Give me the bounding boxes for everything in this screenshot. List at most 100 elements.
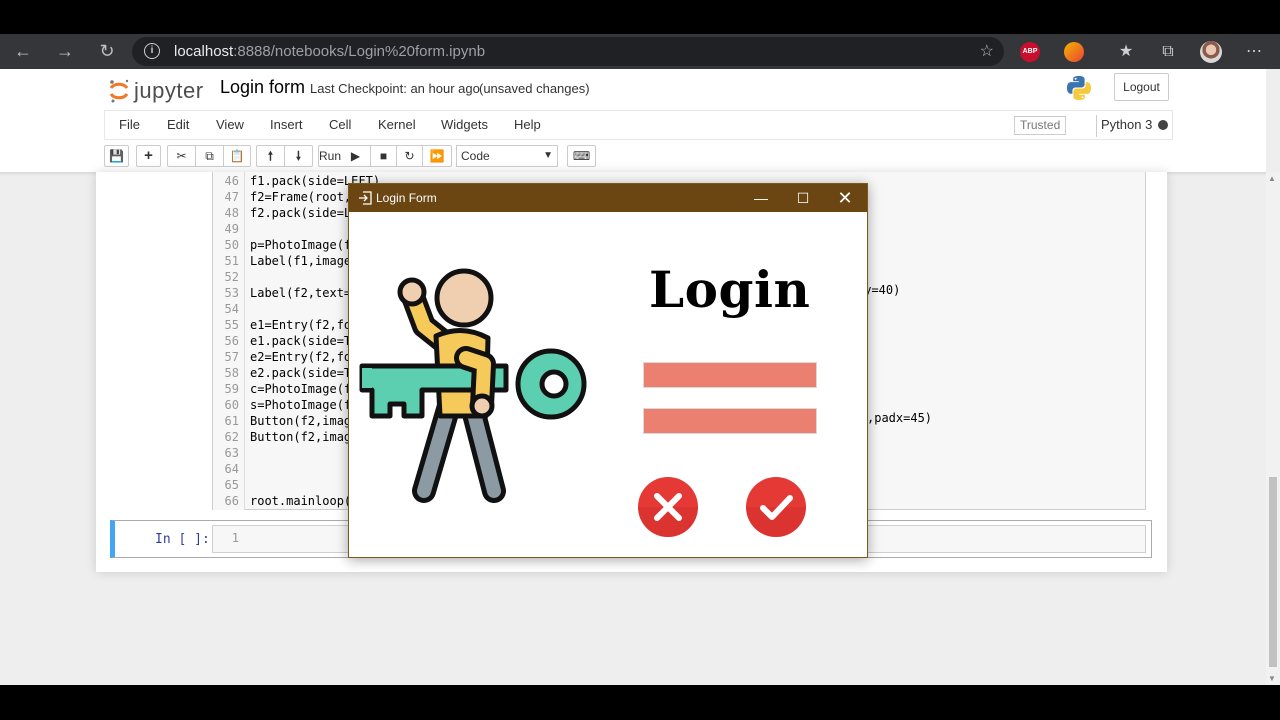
code-line[interactable]: f2=Frame(root, bbox=[250, 190, 351, 204]
logout-button[interactable]: Logout bbox=[1114, 73, 1169, 101]
code-line[interactable]: Label(f2,text= bbox=[250, 286, 351, 300]
fast-forward-icon[interactable]: ⏩ bbox=[423, 146, 451, 166]
kernel-status-indicator bbox=[1158, 120, 1168, 130]
adblock-extension-icon[interactable]: ABP bbox=[1020, 42, 1040, 62]
window-titlebar[interactable]: Login Form — ☐ ✕ bbox=[349, 184, 867, 212]
copy-icon[interactable]: ⧉ bbox=[196, 146, 224, 166]
kernel-name[interactable]: Python 3 bbox=[1101, 117, 1152, 132]
login-form-window: Login Form — ☐ ✕ Login bbox=[348, 183, 868, 558]
code-line[interactable]: e1=Entry(f2,fo bbox=[250, 318, 351, 332]
menubar: File Edit View Insert Cell Kernel Widget… bbox=[104, 110, 1173, 140]
line-number: 63 bbox=[224, 446, 239, 460]
line-number: 60 bbox=[224, 398, 239, 412]
scroll-down-icon[interactable]: ▼ bbox=[1268, 674, 1276, 683]
submit-button[interactable] bbox=[745, 476, 807, 538]
favorite-star-icon[interactable]: ☆ bbox=[980, 41, 994, 61]
stop-icon[interactable]: ■ bbox=[371, 146, 397, 166]
line-number: 61 bbox=[224, 414, 239, 428]
login-heading: Login bbox=[649, 260, 811, 319]
run-button[interactable]: ▶ Run bbox=[319, 146, 371, 166]
url-text[interactable]: localhost:8888/notebooks/Login%20form.ip… bbox=[174, 43, 485, 60]
menu-cell[interactable]: Cell bbox=[329, 117, 351, 132]
insert-cell-button[interactable]: + bbox=[136, 145, 161, 167]
code-line[interactable]: Button(f2,imag bbox=[250, 414, 351, 428]
scroll-thumb[interactable] bbox=[1269, 477, 1277, 667]
cell-type-value: Code bbox=[461, 149, 490, 163]
line-number: 59 bbox=[224, 382, 239, 396]
cancel-button[interactable] bbox=[637, 476, 699, 538]
menu-file[interactable]: File bbox=[119, 117, 140, 132]
extension-icon[interactable] bbox=[1064, 42, 1084, 62]
last-checkpoint: Last Checkpoint: an hour ago bbox=[310, 81, 480, 96]
password-entry[interactable] bbox=[643, 408, 817, 434]
bottom-bar bbox=[0, 685, 1280, 720]
line-number: 51 bbox=[224, 254, 239, 268]
cut-icon[interactable]: ✂ bbox=[168, 146, 196, 166]
scrollbar[interactable]: ▲ ▼ bbox=[1266, 172, 1280, 685]
username-entry[interactable] bbox=[643, 362, 817, 388]
line-number: 57 bbox=[224, 350, 239, 364]
line-number: 46 bbox=[224, 174, 239, 188]
code-line[interactable]: e2.pack(side=T bbox=[250, 366, 351, 380]
menu-insert[interactable]: Insert bbox=[270, 117, 303, 132]
info-icon[interactable]: i bbox=[144, 43, 160, 59]
menu-edit[interactable]: Edit bbox=[167, 117, 189, 132]
restart-icon[interactable]: ↻ bbox=[397, 146, 423, 166]
menu-kernel[interactable]: Kernel bbox=[378, 117, 416, 132]
person-with-key-illustration bbox=[359, 268, 587, 503]
collections-icon[interactable]: ⧉ bbox=[1154, 34, 1182, 69]
reload-icon[interactable]: ↻ bbox=[92, 34, 122, 69]
line-number: 55 bbox=[224, 318, 239, 332]
more-menu-icon[interactable]: ⋯ bbox=[1240, 34, 1268, 69]
code-line[interactable]: f2.pack(side=L bbox=[250, 206, 351, 220]
jupyter-logo-text: jupyter bbox=[134, 78, 204, 103]
command-palette-button[interactable]: ⌨ bbox=[567, 145, 596, 167]
cell-prompt: In [ ]: bbox=[155, 532, 210, 547]
login-window-icon bbox=[359, 191, 372, 205]
run-label: Run bbox=[319, 149, 342, 163]
back-arrow-icon[interactable]: ← bbox=[8, 34, 38, 69]
menu-widgets[interactable]: Widgets bbox=[441, 117, 488, 132]
profile-avatar[interactable] bbox=[1200, 41, 1222, 63]
jupyter-logo[interactable]: jupyter bbox=[106, 75, 226, 109]
minimize-icon[interactable]: — bbox=[739, 184, 783, 212]
arrow-up-icon[interactable]: 🠕 bbox=[257, 146, 285, 166]
move-button-group: 🠕 🠗 bbox=[256, 145, 313, 167]
code-line[interactable]: e1.pack(side=T bbox=[250, 334, 351, 348]
line-number: 66 bbox=[224, 494, 239, 508]
edit-button-group: ✂ ⧉ 📋 bbox=[167, 145, 251, 167]
line-number: 62 bbox=[224, 430, 239, 444]
save-button[interactable]: 💾 bbox=[104, 145, 129, 167]
close-icon[interactable]: ✕ bbox=[823, 184, 867, 212]
paste-icon[interactable]: 📋 bbox=[224, 146, 250, 166]
menu-view[interactable]: View bbox=[216, 117, 244, 132]
scroll-up-icon[interactable]: ▲ bbox=[1268, 174, 1276, 183]
code-line[interactable]: Label(f1,image bbox=[250, 254, 351, 268]
line-number: 64 bbox=[224, 462, 239, 476]
keyboard-icon: ⌨ bbox=[572, 149, 591, 163]
autosave-status: (unsaved changes) bbox=[479, 81, 590, 96]
code-line[interactable]: p=PhotoImage(f bbox=[250, 238, 351, 252]
code-line[interactable]: s=PhotoImage(f bbox=[250, 398, 351, 412]
code-line[interactable]: e2=Entry(f2,fo bbox=[250, 350, 351, 364]
cell-type-select[interactable]: Code ▼ bbox=[456, 145, 558, 167]
favorites-icon[interactable]: ★ bbox=[1112, 34, 1140, 69]
code-line[interactable]: root.mainloop( bbox=[250, 494, 351, 508]
notebook-title[interactable]: Login form bbox=[220, 77, 305, 98]
forward-arrow-icon[interactable]: → bbox=[50, 34, 80, 69]
code-fragment: ,padx=45) bbox=[867, 411, 933, 425]
save-icon: 💾 bbox=[109, 149, 124, 163]
code-line[interactable]: Button(f2,imag bbox=[250, 430, 351, 444]
trusted-indicator[interactable]: Trusted bbox=[1014, 116, 1067, 135]
line-number: 47 bbox=[224, 190, 239, 204]
line-number: 52 bbox=[224, 270, 239, 284]
line-number: 49 bbox=[224, 222, 239, 236]
screen: ← → ↻ i localhost:8888/notebooks/Login%2… bbox=[0, 0, 1280, 720]
jupyter-logo-icon bbox=[109, 79, 129, 103]
arrow-down-icon[interactable]: 🠗 bbox=[285, 146, 312, 166]
code-line[interactable]: c=PhotoImage(f bbox=[250, 382, 351, 396]
window-title: Login Form bbox=[376, 191, 437, 205]
address-bar[interactable]: i localhost:8888/notebooks/Login%20form.… bbox=[132, 37, 1004, 66]
menu-help[interactable]: Help bbox=[514, 117, 541, 132]
maximize-icon[interactable]: ☐ bbox=[781, 184, 825, 212]
